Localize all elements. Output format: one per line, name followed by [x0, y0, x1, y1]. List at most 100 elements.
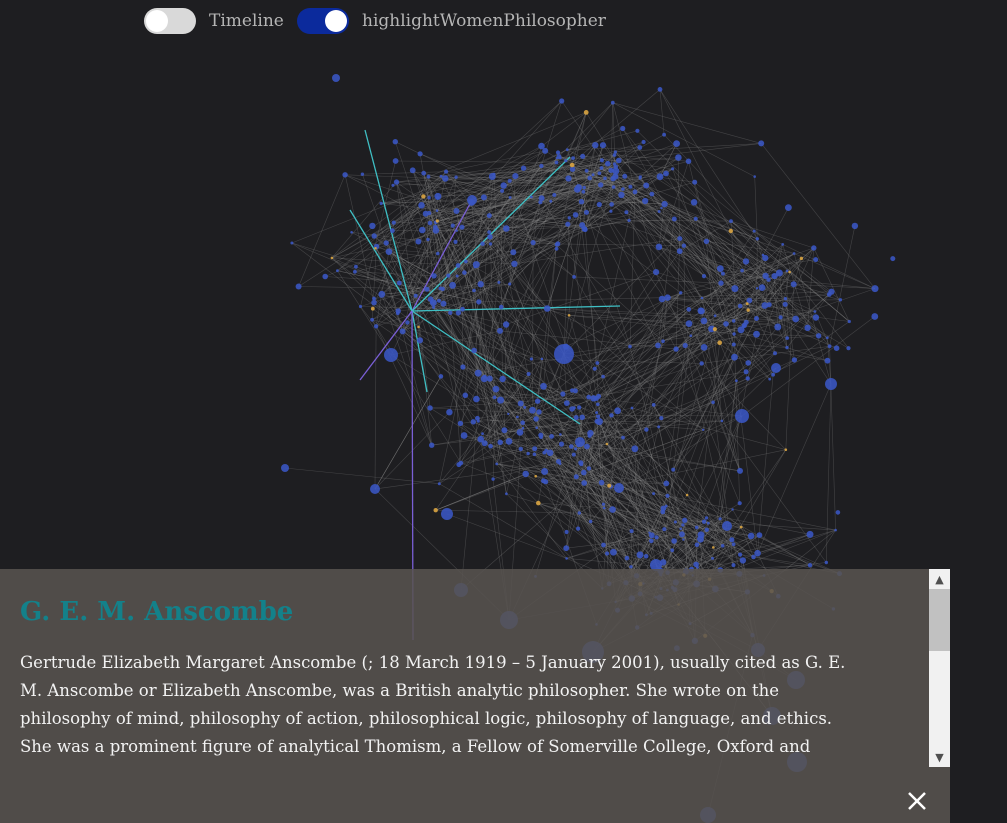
- philosopher-node: [694, 542, 700, 548]
- graph-edge: [829, 346, 836, 531]
- philosopher-node: [540, 382, 547, 390]
- philosopher-node: [661, 200, 668, 208]
- philosopher-node: [421, 170, 427, 176]
- philosopher-node: [753, 330, 760, 338]
- women-philosopher-node: [567, 314, 571, 317]
- philosopher-node: [812, 314, 820, 321]
- philosopher-node: [697, 531, 705, 539]
- philosopher-node: [516, 429, 524, 436]
- philosopher-node: [577, 511, 581, 515]
- philosopher-node: [679, 291, 683, 295]
- philosopher-node: [737, 501, 742, 506]
- philosopher-node: [694, 525, 699, 530]
- philosopher-node: [660, 206, 663, 210]
- graph-edge: [793, 253, 876, 289]
- philosopher-node: [670, 548, 675, 553]
- philosopher-node: [573, 474, 579, 480]
- philosopher-node: [549, 434, 554, 439]
- graph-edge: [395, 160, 557, 163]
- philosopher-node: [692, 179, 698, 185]
- graph-edge: [374, 376, 442, 490]
- philosopher-node: [572, 406, 576, 410]
- philosopher-node: [563, 545, 570, 552]
- graph-edge: [780, 317, 788, 348]
- philosopher-node: [601, 542, 606, 548]
- highlight-women-toggle[interactable]: [297, 8, 349, 34]
- philosopher-node: [440, 300, 447, 307]
- philosopher-node: [427, 220, 433, 226]
- philosopher-node: [569, 444, 574, 449]
- chevron-down-icon[interactable]: ▼: [929, 747, 950, 767]
- philosopher-node: [598, 182, 604, 188]
- philosopher-node: [581, 480, 588, 486]
- philosopher-node: [567, 216, 571, 220]
- women-philosopher-node: [739, 525, 743, 529]
- philosopher-node: [693, 561, 699, 568]
- philosopher-node: [824, 560, 828, 565]
- philosopher-node: [752, 229, 756, 233]
- philosopher-node: [731, 563, 736, 568]
- philosopher-node: [390, 228, 395, 234]
- philosopher-node: [582, 185, 586, 190]
- philosopher-node: [596, 402, 600, 407]
- philosopher-node: [472, 288, 476, 293]
- chevron-up-icon[interactable]: ▲: [929, 569, 950, 589]
- philosopher-node: [492, 172, 496, 176]
- graph-edge: [592, 174, 758, 240]
- graph-edge: [683, 245, 686, 346]
- philosopher-node: [673, 520, 677, 524]
- philosopher-node: [632, 189, 638, 195]
- philosopher-node: [558, 441, 565, 447]
- philosopher-node: [731, 542, 736, 547]
- philosopher-node: [541, 468, 549, 475]
- philosopher-node: [460, 432, 468, 439]
- philosopher-node: [693, 216, 698, 221]
- philosopher-node: [497, 396, 505, 404]
- graph-edge: [435, 509, 580, 514]
- philosopher-node: [487, 234, 493, 240]
- women-philosopher-node: [788, 270, 791, 274]
- philosopher-node: [371, 233, 377, 239]
- philosopher-node: [804, 324, 811, 331]
- philosopher-node: [534, 417, 537, 421]
- philosopher-node: [599, 158, 605, 163]
- scrollbar-thumb[interactable]: [929, 589, 950, 651]
- philosopher-node: [587, 175, 592, 181]
- philosopher-node: [659, 416, 664, 421]
- philosopher-node: [446, 409, 453, 416]
- philosopher-node: [713, 314, 717, 318]
- philosopher-node: [782, 301, 788, 307]
- philosopher-node: [534, 398, 541, 404]
- philosopher-node: [596, 414, 601, 419]
- graph-edge: [762, 207, 789, 256]
- philosopher-node: [578, 199, 585, 205]
- philosopher-node: [682, 342, 688, 349]
- philosopher-node: [395, 311, 400, 316]
- philosopher-node: [409, 167, 416, 174]
- philosopher-node: [731, 353, 738, 361]
- philosopher-node: [500, 188, 505, 193]
- philosopher-node: [431, 273, 437, 279]
- philosopher-name: G. E. M. Anscombe: [20, 597, 294, 627]
- philosopher-node: [575, 437, 585, 447]
- timeline-toggle[interactable]: [144, 8, 196, 34]
- philosopher-node: [601, 502, 606, 506]
- philosopher-node: [573, 415, 579, 421]
- philosopher-node: [555, 150, 561, 155]
- women-philosopher-node: [712, 327, 717, 332]
- philosopher-node: [584, 168, 589, 173]
- philosopher-node: [737, 303, 743, 309]
- graph-edge: [594, 245, 685, 369]
- philosopher-node: [637, 145, 643, 150]
- philosopher-node: [732, 332, 736, 336]
- philosopher-node: [614, 483, 624, 493]
- philosopher-node: [392, 139, 398, 145]
- philosopher-node: [612, 153, 617, 157]
- philosopher-node: [418, 202, 425, 209]
- philosopher-node: [507, 178, 512, 183]
- close-icon[interactable]: [903, 787, 931, 815]
- philosopher-node: [636, 551, 644, 559]
- philosopher-node: [825, 378, 837, 390]
- philosopher-node: [755, 237, 759, 241]
- bio-scrollbar[interactable]: ▲ ▼: [929, 569, 950, 767]
